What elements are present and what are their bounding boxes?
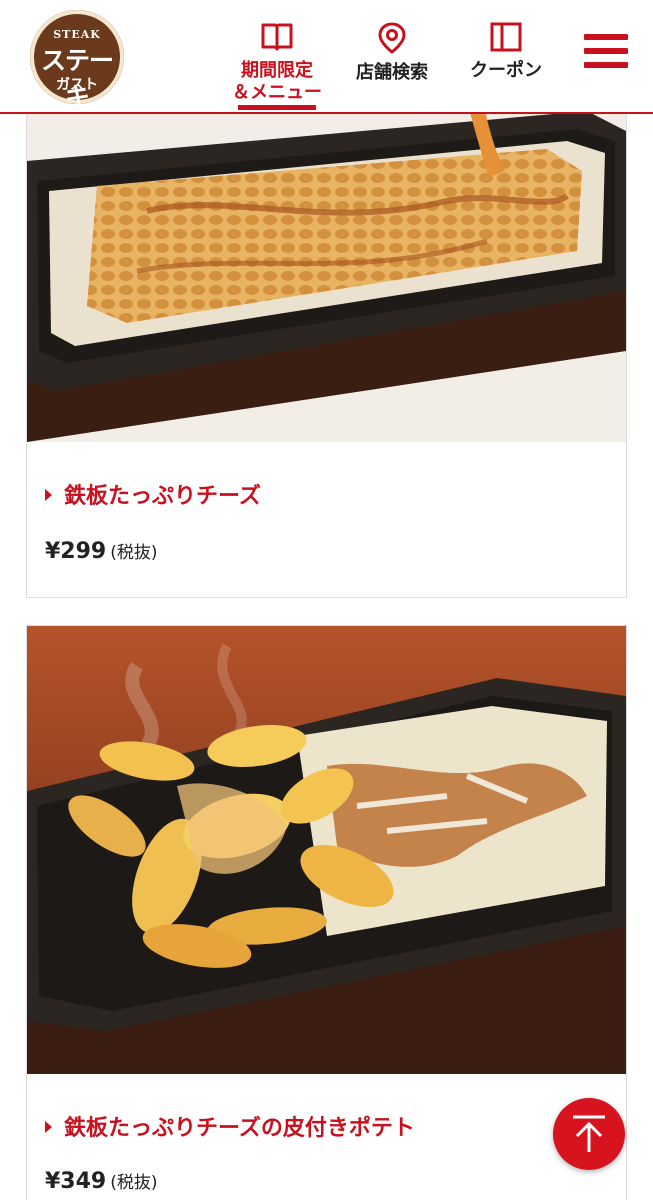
product-photo-cheese[interactable] [27,101,626,442]
product-card[interactable]: 鉄板たっぷりチーズ ¥299 (税抜) [26,100,627,598]
product-name-text: 鉄板たっぷりチーズの皮付きポテト [64,1116,415,1141]
book-icon [261,23,293,51]
map-pin-icon [378,22,406,54]
price-value: ¥299 [45,539,107,564]
tax-note: (税抜) [110,1173,158,1193]
steak-gusto-logo[interactable]: STEAK ステーキ ガスト [30,10,124,111]
site-header: STEAK ステーキ ガスト 期間限定 ＆メニュー 店舗検索 クーポン [0,0,653,114]
caret-right-icon [45,489,52,501]
coupon-icon [490,22,522,52]
product-photo-potato[interactable] [27,626,626,1074]
price-value: ¥349 [45,1169,107,1194]
cheese-skillet-image [27,101,626,442]
product-price: ¥299 (税抜) [45,538,158,564]
page: 鉄板たっぷりチーズ ¥299 (税抜) 鉄板たっぷりチーズの皮付きポテト ¥34… [0,0,653,1200]
potato-skillet-image [27,626,626,1074]
product-name[interactable]: 鉄板たっぷりチーズの皮付きポテト [45,1110,415,1142]
nav-coupon[interactable]: クーポン [458,22,554,110]
product-price: ¥349 (税抜) [45,1168,158,1194]
nav-label-line1: 期間限定 [241,60,313,81]
hamburger-bar [584,34,628,40]
product-name-text: 鉄板たっぷりチーズ [64,484,261,509]
back-to-top-button[interactable] [553,1098,625,1170]
arrow-up-icon [573,1115,605,1152]
hamburger-bar [584,48,628,54]
hamburger-menu-icon[interactable] [584,34,628,74]
nav-limited-menu[interactable]: 期間限定 ＆メニュー [226,22,328,110]
logo-text-bottom: ガスト [56,77,98,93]
active-indicator [238,105,316,110]
nav-label-line2: ＆メニュー [232,82,322,103]
product-card[interactable]: 鉄板たっぷりチーズの皮付きポテト ¥349 (税抜) [26,625,627,1200]
product-name[interactable]: 鉄板たっぷりチーズ [45,478,261,510]
nav-label-store: 店舗検索 [356,62,428,83]
nav-label-limited: 期間限定 ＆メニュー [226,60,328,104]
tax-note: (税抜) [110,543,158,563]
caret-right-icon [45,1121,52,1133]
nav-label-coupon: クーポン [470,60,542,81]
logo-text-top: STEAK [53,28,101,41]
nav-store-search[interactable]: 店舗検索 [344,22,440,110]
hamburger-bar [584,62,628,68]
